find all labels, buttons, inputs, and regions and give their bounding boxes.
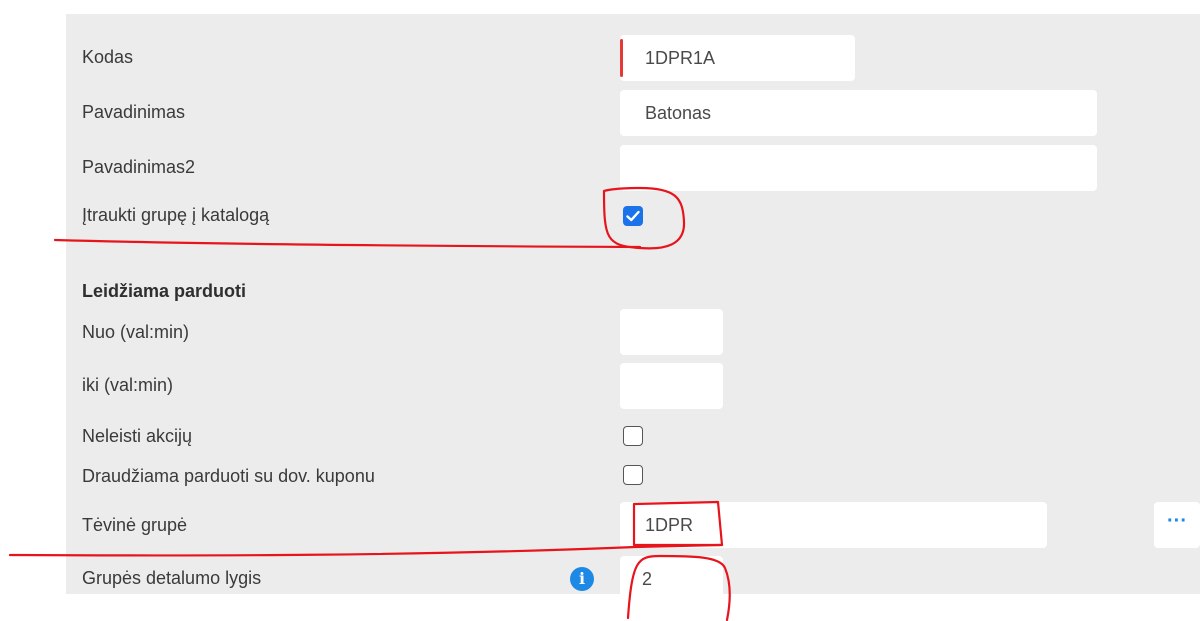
nuo-input[interactable] [620, 309, 723, 355]
neleisti-akciju-checkbox[interactable] [623, 426, 643, 446]
tevine-grupe-input[interactable]: 1DPR [620, 502, 1047, 548]
required-marker [620, 39, 623, 77]
section-title-leidziama-parduoti: Leidžiama parduoti [82, 281, 247, 301]
info-icon[interactable]: i [570, 567, 594, 591]
ellipsis-icon: ··· [1167, 510, 1187, 532]
kodas-input[interactable]: 1DPR1A [620, 35, 855, 81]
pavadinimas2-label: Pavadinimas2 [82, 157, 196, 177]
detalumo-lygis-label: Grupės detalumo lygis [82, 568, 262, 588]
nuo-label: Nuo (val:min) [82, 322, 190, 342]
more-options-button[interactable]: ··· [1154, 502, 1200, 548]
neleisti-akciju-label: Neleisti akcijų [82, 426, 193, 446]
pavadinimas-label: Pavadinimas [82, 102, 186, 122]
checkmark-icon [626, 210, 640, 222]
pavadinimas-input[interactable]: Batonas [620, 90, 1097, 136]
itraukti-label: Įtraukti grupę į katalogą [82, 205, 270, 225]
itraukti-checkbox[interactable] [623, 206, 643, 226]
kodas-value: 1DPR1A [645, 47, 716, 68]
tevine-grupe-label: Tėvinė grupė [82, 515, 188, 535]
detalumo-lygis-value: 2 [642, 568, 653, 589]
kodas-label: Kodas [82, 47, 134, 67]
iki-input[interactable] [620, 363, 723, 409]
pavadinimas2-input[interactable] [620, 145, 1097, 191]
iki-label: iki (val:min) [82, 375, 174, 395]
draudziama-kupon-checkbox[interactable] [623, 465, 643, 485]
detalumo-lygis-input[interactable]: 2 [620, 556, 723, 602]
draudziama-kupon-label: Draudžiama parduoti su dov. kuponu [82, 466, 375, 486]
pavadinimas-value: Batonas [645, 102, 712, 123]
tevine-grupe-value: 1DPR [645, 514, 694, 535]
